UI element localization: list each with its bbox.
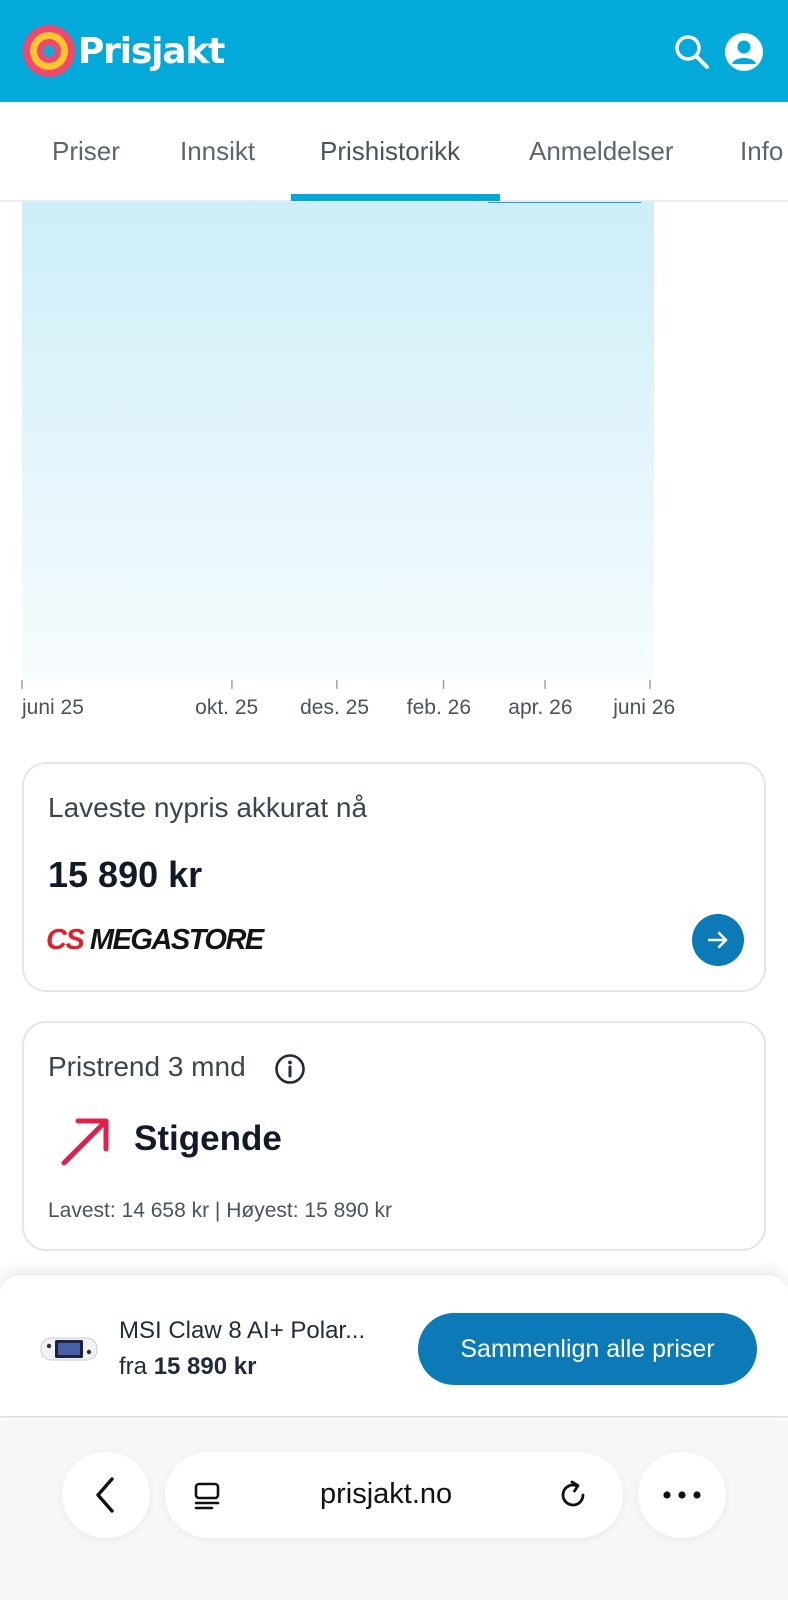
trend-range: Lavest: 14 658 kr | Høyest: 15 890 kr bbox=[48, 1199, 392, 1222]
price-history-chart[interactable]: 14 500 kr13 750 kr13 000 kr juni 25okt. … bbox=[0, 202, 788, 732]
x-tick-label: juni 25 bbox=[22, 696, 84, 719]
app-header: Prisjakt bbox=[0, 0, 788, 102]
prisjakt-logo-icon bbox=[23, 25, 75, 77]
product-tabs: Priser Innsikt Prishistorikk Anmeldelser… bbox=[0, 102, 788, 202]
browser-more-button[interactable] bbox=[638, 1452, 726, 1538]
url-text: prisjakt.no bbox=[320, 1478, 453, 1510]
tabs-icon[interactable] bbox=[191, 1479, 223, 1511]
chart-canvas bbox=[21, 202, 654, 689]
x-tick-label: okt. 25 bbox=[195, 696, 259, 719]
chevron-left-icon bbox=[96, 1477, 114, 1513]
brand-name: Prisjakt bbox=[78, 30, 225, 72]
account-icon[interactable] bbox=[724, 32, 764, 72]
lowest-price-title: Laveste nypris akkurat nå bbox=[48, 792, 368, 823]
x-tick-label: apr. 26 bbox=[508, 696, 573, 719]
prisjakt-logo[interactable]: Prisjakt bbox=[22, 24, 225, 78]
x-tick-label: feb. 26 bbox=[406, 696, 472, 719]
go-to-store-button[interactable] bbox=[692, 914, 744, 966]
browser-back-button[interactable] bbox=[62, 1452, 150, 1538]
active-tab-indicator bbox=[291, 194, 500, 201]
search-icon[interactable] bbox=[672, 32, 712, 72]
info-icon[interactable] bbox=[274, 1053, 306, 1085]
product-name[interactable]: MSI Claw 8 AI+ Polar... bbox=[119, 1317, 365, 1345]
lowest-price-card[interactable]: Laveste nypris akkurat nå 15 890 kr CS M… bbox=[22, 762, 766, 992]
x-tick-label: juni 26 bbox=[613, 696, 676, 719]
tab-innsikt[interactable]: Innsikt bbox=[180, 102, 255, 200]
trend-label: Stigende bbox=[134, 1119, 282, 1158]
tab-priser[interactable]: Priser bbox=[52, 102, 120, 200]
chart-area-fill bbox=[22, 202, 654, 680]
product-price: fra 15 890 kr bbox=[119, 1353, 257, 1380]
product-thumbnail[interactable] bbox=[40, 1333, 98, 1365]
store-logo: CS MEGASTORE bbox=[46, 924, 264, 956]
sticky-product-bar: MSI Claw 8 AI+ Polar... fra 15 890 kr Sa… bbox=[0, 1274, 788, 1418]
tab-prishistorikk[interactable]: Prishistorikk bbox=[320, 102, 460, 200]
compare-all-prices-button[interactable]: Sammenlign alle priser bbox=[418, 1313, 757, 1385]
browser-toolbar: prisjakt.no bbox=[0, 1420, 788, 1600]
trend-up-arrow-icon bbox=[61, 1118, 109, 1166]
reload-icon[interactable] bbox=[555, 1477, 591, 1513]
x-tick-label: des. 25 bbox=[300, 696, 369, 719]
tab-anmeldelser[interactable]: Anmeldelser bbox=[529, 102, 674, 200]
price-trend-card: Pristrend 3 mnd Stigende Lavest: 14 658 … bbox=[22, 1021, 766, 1251]
arrow-right-icon bbox=[707, 931, 728, 949]
price-trend-title: Pristrend 3 mnd bbox=[48, 1051, 246, 1082]
address-bar[interactable]: prisjakt.no bbox=[165, 1452, 623, 1538]
more-dots-icon bbox=[663, 1491, 701, 1499]
tab-info[interactable]: Info bbox=[740, 102, 783, 200]
lowest-price-value: 15 890 kr bbox=[48, 854, 203, 895]
